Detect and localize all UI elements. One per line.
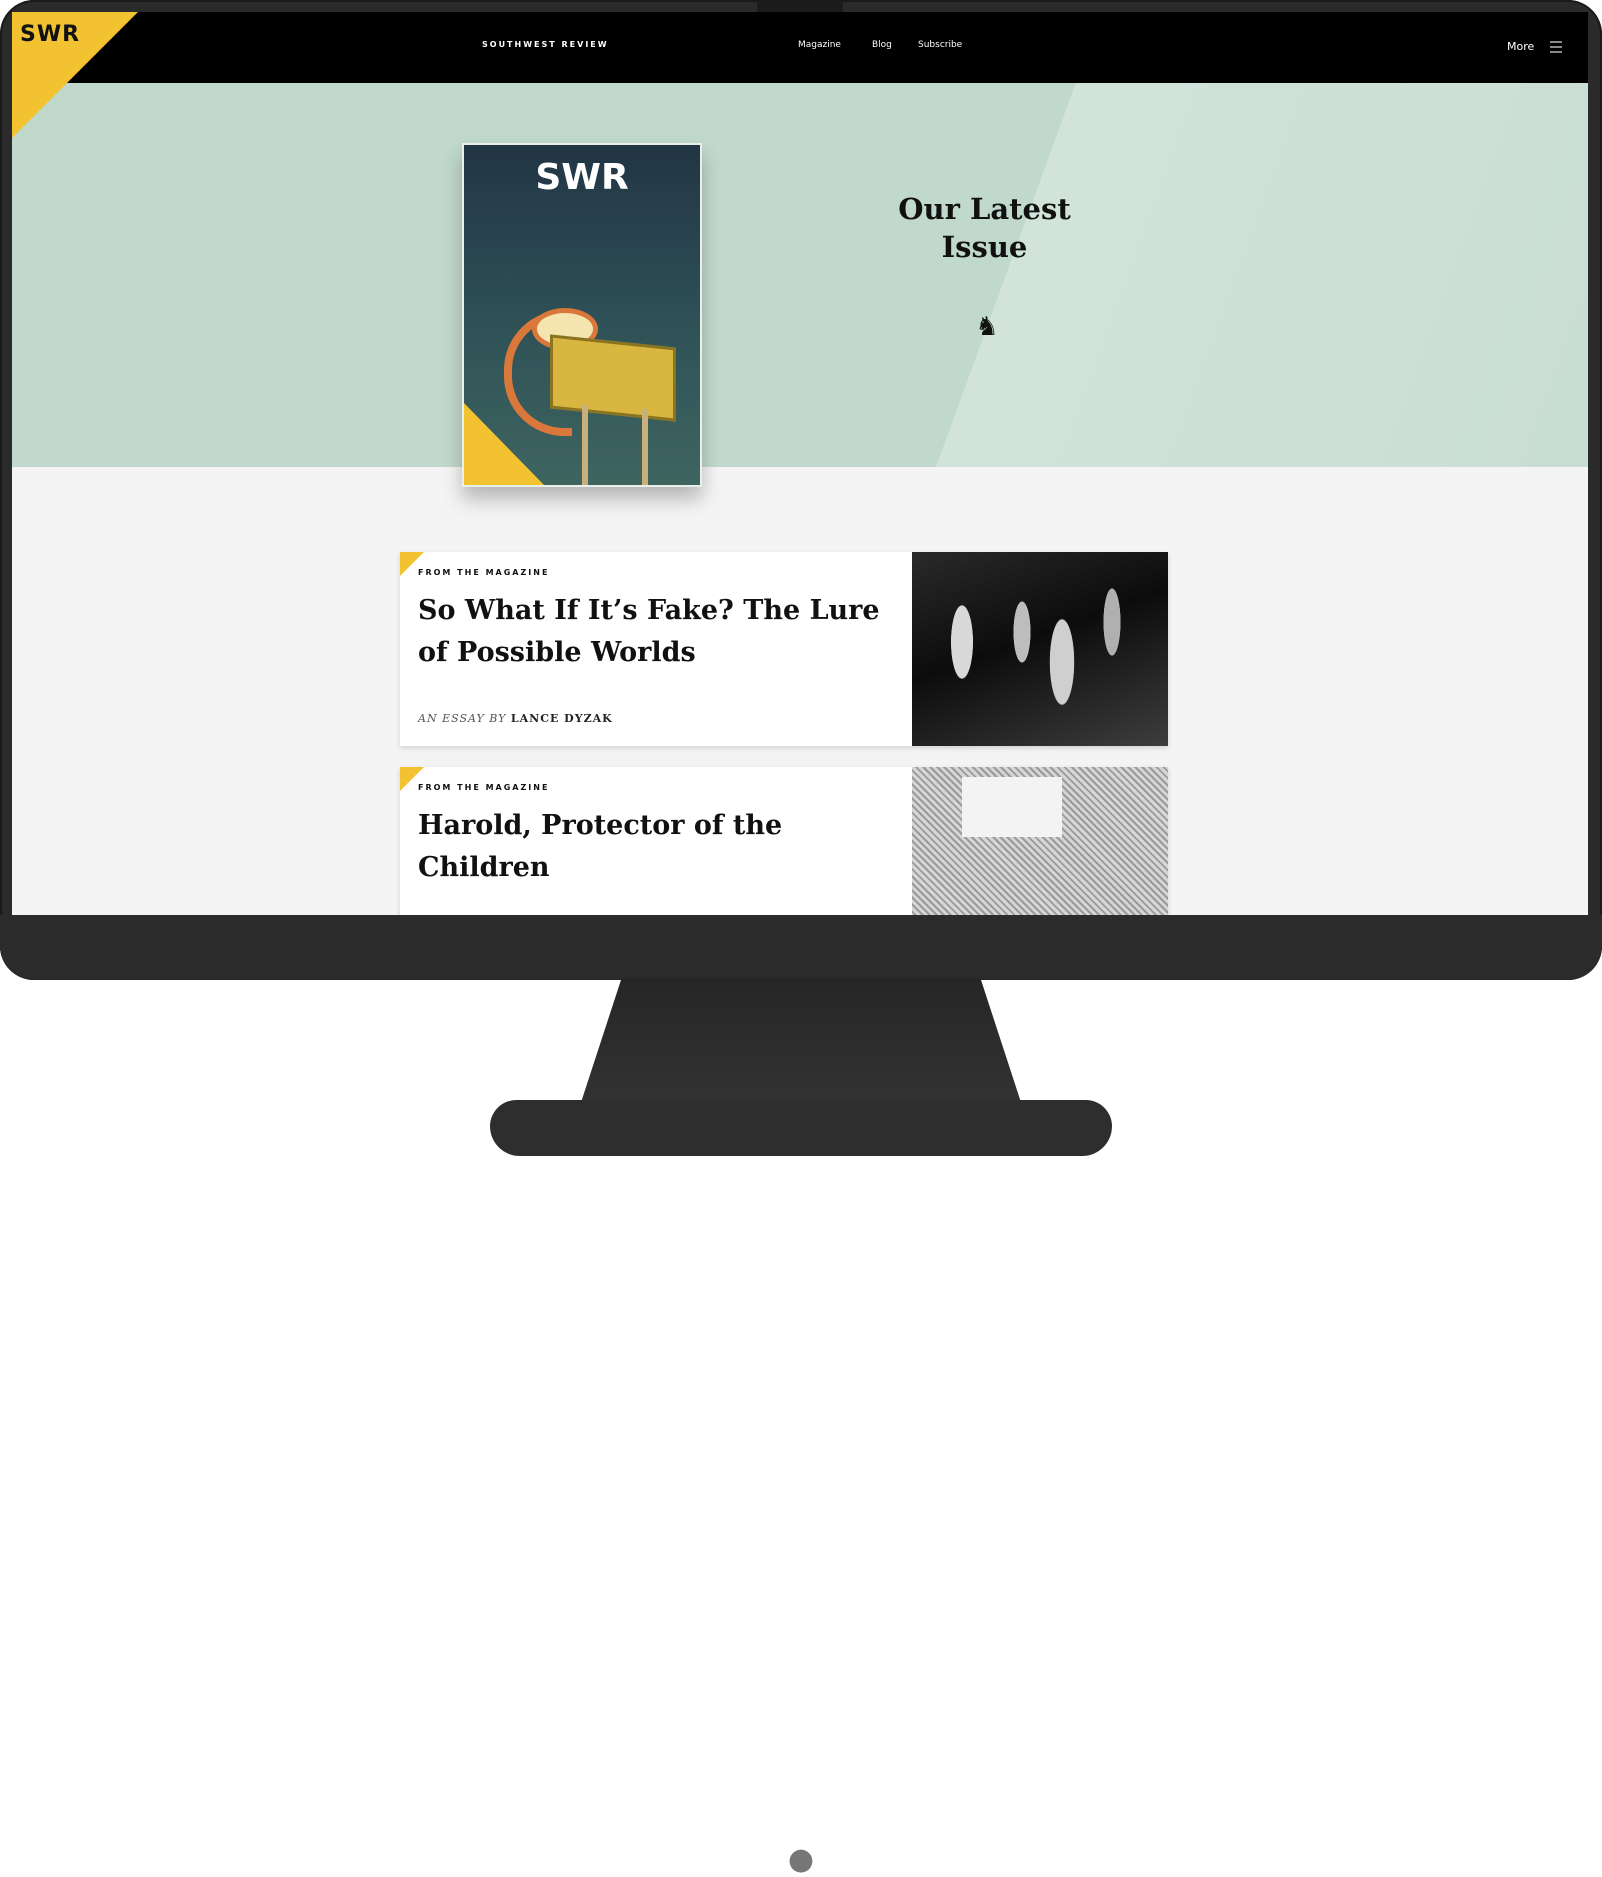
byline-kind: AN ESSAY BY bbox=[418, 712, 507, 725]
latest-issue-heading: Our Latest Issue bbox=[897, 190, 1072, 266]
article-title[interactable]: Harold, Protector of the Children bbox=[418, 805, 888, 889]
menu-icon[interactable] bbox=[1550, 41, 1562, 53]
cover-sign-post bbox=[642, 409, 648, 485]
article-photo[interactable] bbox=[912, 767, 1168, 915]
nav-blog[interactable]: Blog bbox=[872, 40, 892, 50]
cover-sign-post bbox=[582, 405, 588, 485]
article-card[interactable]: FROM THE MAGAZINE Harold, Protector of t… bbox=[400, 767, 1168, 915]
nav-magazine[interactable]: Magazine bbox=[798, 40, 841, 50]
hero-section bbox=[12, 83, 1588, 467]
article-section-label: FROM THE MAGAZINE bbox=[418, 783, 550, 792]
article-section-label: FROM THE MAGAZINE bbox=[418, 568, 550, 577]
site-logo[interactable]: SWR bbox=[20, 22, 80, 47]
site-name[interactable]: SOUTHWEST REVIEW bbox=[482, 40, 609, 49]
monitor-stand-neck bbox=[579, 978, 1023, 1108]
latest-issue-heading-line1: Our Latest bbox=[898, 192, 1071, 226]
top-navigation-bar: SOUTHWEST REVIEW Magazine Blog Subscribe… bbox=[12, 12, 1588, 83]
monitor-stand-base bbox=[490, 1100, 1112, 1156]
monitor-frame: SOUTHWEST REVIEW Magazine Blog Subscribe… bbox=[0, 0, 1602, 1877]
article-card[interactable]: FROM THE MAGAZINE So What If It’s Fake? … bbox=[400, 552, 1168, 746]
more-button[interactable]: More bbox=[1507, 40, 1534, 53]
cover-sign-panel bbox=[550, 334, 676, 422]
screen-glare bbox=[12, 83, 1588, 467]
apple-logo-icon: ● bbox=[787, 1842, 815, 1877]
horse-icon: ♞ bbox=[975, 312, 999, 342]
latest-issue-cover[interactable]: SWR bbox=[462, 143, 702, 487]
cover-logo: SWR bbox=[535, 157, 629, 198]
article-photo[interactable] bbox=[912, 552, 1168, 746]
article-title[interactable]: So What If It’s Fake? The Lure of Possib… bbox=[418, 590, 888, 674]
byline-author[interactable]: LANCE DYZAK bbox=[511, 712, 613, 725]
nav-subscribe[interactable]: Subscribe bbox=[918, 40, 962, 50]
screen: SOUTHWEST REVIEW Magazine Blog Subscribe… bbox=[12, 12, 1588, 915]
latest-issue-heading-line2: Issue bbox=[941, 230, 1028, 264]
monitor-chin: ● bbox=[0, 915, 1602, 1877]
article-byline: AN ESSAY BY LANCE DYZAK bbox=[418, 712, 613, 725]
